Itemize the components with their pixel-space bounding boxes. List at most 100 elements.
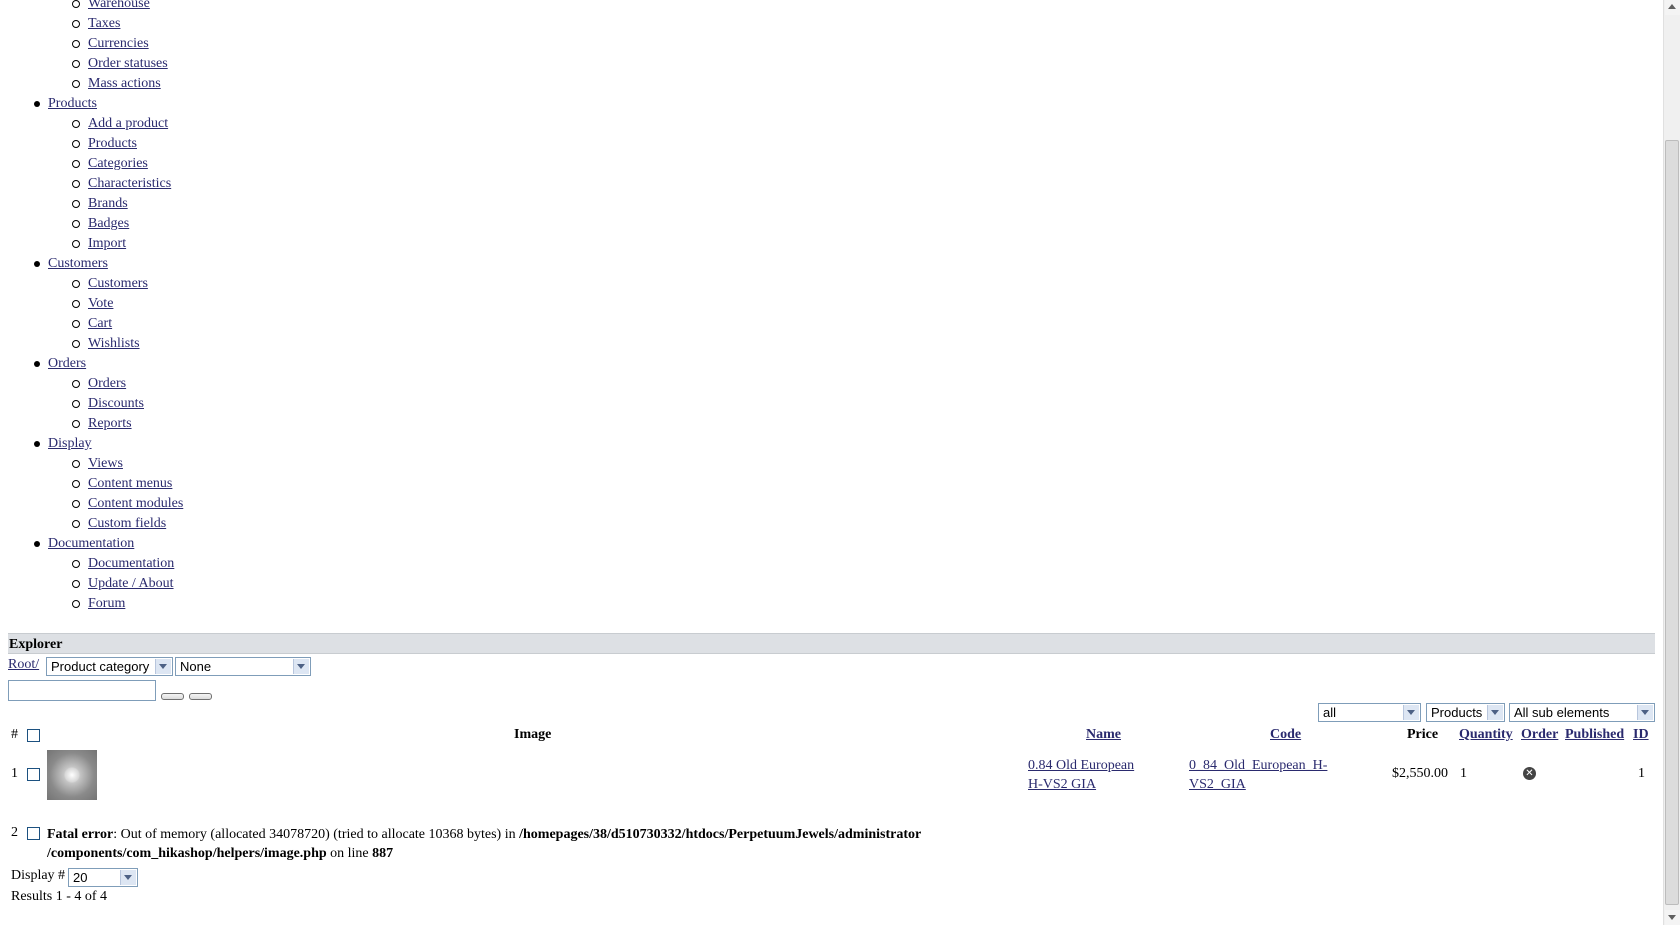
- menu-item: Update / About: [0, 574, 183, 594]
- menu-item: Wishlists: [0, 334, 183, 354]
- menu-link[interactable]: Customers: [88, 276, 148, 291]
- category-type-select[interactable]: Product category: [46, 657, 173, 676]
- category-select-value: None: [180, 659, 212, 674]
- type-filter-select[interactable]: Products: [1426, 703, 1505, 722]
- menu-link[interactable]: Mass actions: [88, 76, 161, 91]
- menu-link[interactable]: Products: [48, 96, 97, 111]
- category-select[interactable]: None: [175, 657, 311, 676]
- menu-link[interactable]: Documentation: [48, 536, 134, 551]
- menu-link[interactable]: Taxes: [88, 16, 120, 31]
- menu-item: Characteristics: [0, 174, 183, 194]
- chevron-down-icon: [1403, 705, 1419, 720]
- product-code-line2: VS2_GIA: [1189, 777, 1246, 792]
- chevron-down-icon: [293, 659, 309, 674]
- menu-link[interactable]: Reports: [88, 416, 132, 431]
- menu-link[interactable]: Content menus: [88, 476, 172, 491]
- menu-link[interactable]: Content modules: [88, 496, 183, 511]
- row-number: 1: [11, 766, 18, 781]
- page: Warehouse Taxes Currencies Order statuses Ma…: [0, 0, 1660, 925]
- product-quantity: 1: [1460, 766, 1467, 781]
- menu-item: Discounts: [0, 394, 183, 414]
- menu-item: Taxes: [0, 14, 183, 34]
- column-header-price: Price: [1407, 727, 1439, 742]
- menu-item: Warehouse: [0, 0, 183, 14]
- reset-button[interactable]: [189, 693, 212, 700]
- menu-link[interactable]: Categories: [88, 156, 148, 171]
- menu-link[interactable]: Brands: [88, 196, 128, 211]
- column-header-name[interactable]: Name: [1086, 727, 1121, 743]
- menu-section: Display: [0, 434, 183, 454]
- menu-link[interactable]: Documentation: [88, 556, 174, 571]
- menu-item: Add a product: [0, 114, 183, 134]
- menu-link[interactable]: Discounts: [88, 396, 144, 411]
- column-header-image: Image: [514, 727, 552, 742]
- column-header-code[interactable]: Code: [1270, 727, 1301, 743]
- column-header-num: #: [11, 727, 18, 742]
- depth-filter-value: All sub elements: [1514, 705, 1610, 720]
- menu-item: Brands: [0, 194, 183, 214]
- menu-link[interactable]: Custom fields: [88, 516, 166, 531]
- column-header-order[interactable]: Order: [1521, 727, 1558, 743]
- scroll-down-icon[interactable]: [1665, 910, 1680, 925]
- product-name-link[interactable]: 0.84 Old European H-VS2 GIA: [1028, 756, 1134, 794]
- menu-link[interactable]: Forum: [88, 596, 125, 611]
- display-count-select[interactable]: 20: [68, 868, 138, 887]
- vertical-scrollbar[interactable]: [1663, 0, 1680, 925]
- depth-filter-select[interactable]: All sub elements: [1509, 703, 1655, 722]
- chevron-down-icon: [120, 870, 136, 885]
- chevron-down-icon: [1637, 705, 1653, 720]
- display-count-value: 20: [73, 870, 88, 885]
- menu-item: Products: [0, 134, 183, 154]
- product-code-link[interactable]: 0_84_Old_European_H- VS2_GIA: [1189, 756, 1327, 794]
- unpublished-x-icon[interactable]: ✕: [1523, 767, 1536, 780]
- menu-item: Forum: [0, 594, 183, 614]
- fatal-error-path-2: /components/com_hikashop/helpers/image.p…: [47, 846, 327, 861]
- column-header-id[interactable]: ID: [1633, 727, 1649, 743]
- menu-item: Categories: [0, 154, 183, 174]
- search-button[interactable]: [161, 693, 184, 700]
- type-filter-value: Products: [1431, 705, 1483, 720]
- product-id: 1: [1638, 766, 1645, 781]
- menu-link[interactable]: Add a product: [88, 116, 168, 131]
- category-type-select-value: Product category: [51, 659, 150, 674]
- menu-link[interactable]: Update / About: [88, 576, 174, 591]
- menu-section: Products: [0, 94, 183, 114]
- menu-link[interactable]: Currencies: [88, 36, 149, 51]
- root-link[interactable]: Root/: [8, 657, 39, 673]
- column-header-published[interactable]: Published: [1565, 727, 1624, 743]
- scroll-up-icon[interactable]: [1665, 0, 1680, 15]
- menu-item: Import: [0, 234, 183, 254]
- scroll-thumb[interactable]: [1665, 140, 1679, 905]
- fatal-error-text: : Out of memory (allocated 34078720) (tr…: [113, 827, 520, 842]
- menu-link[interactable]: Display: [48, 436, 92, 451]
- menu-link[interactable]: Badges: [88, 216, 129, 231]
- select-all-checkbox[interactable]: [27, 729, 40, 742]
- explorer-header: Explorer: [8, 633, 1655, 654]
- menu-link[interactable]: Vote: [88, 296, 113, 311]
- menu-link[interactable]: Warehouse: [88, 0, 150, 11]
- search-input[interactable]: [8, 680, 156, 701]
- menu-item: Currencies: [0, 34, 183, 54]
- menu-link[interactable]: Order statuses: [88, 56, 168, 71]
- menu-link[interactable]: Views: [88, 456, 123, 471]
- fatal-error-on-line: on line: [326, 846, 373, 861]
- menu-link[interactable]: Wishlists: [88, 336, 140, 351]
- column-header-quantity[interactable]: Quantity: [1459, 727, 1513, 743]
- menu-item: Badges: [0, 214, 183, 234]
- product-price: $2,550.00: [1392, 766, 1448, 781]
- chevron-down-icon: [155, 659, 171, 674]
- product-name-line2: H-VS2 GIA: [1028, 777, 1097, 792]
- published-filter-select[interactable]: all: [1318, 703, 1421, 722]
- menu-link[interactable]: Products: [88, 136, 137, 151]
- row-checkbox[interactable]: [27, 827, 40, 840]
- fatal-error-path-1: /homepages/38/d510730332/htdocs/Perpetuu…: [519, 827, 922, 842]
- menu-link[interactable]: Characteristics: [88, 176, 171, 191]
- menu-link[interactable]: Cart: [88, 316, 112, 331]
- menu-link[interactable]: Orders: [88, 376, 126, 391]
- menu-link[interactable]: Customers: [48, 256, 108, 271]
- menu-link[interactable]: Import: [88, 236, 126, 251]
- row-checkbox[interactable]: [27, 768, 40, 781]
- menu-link[interactable]: Orders: [48, 356, 86, 371]
- product-thumbnail[interactable]: [47, 750, 97, 800]
- menu-item: Content menus: [0, 474, 183, 494]
